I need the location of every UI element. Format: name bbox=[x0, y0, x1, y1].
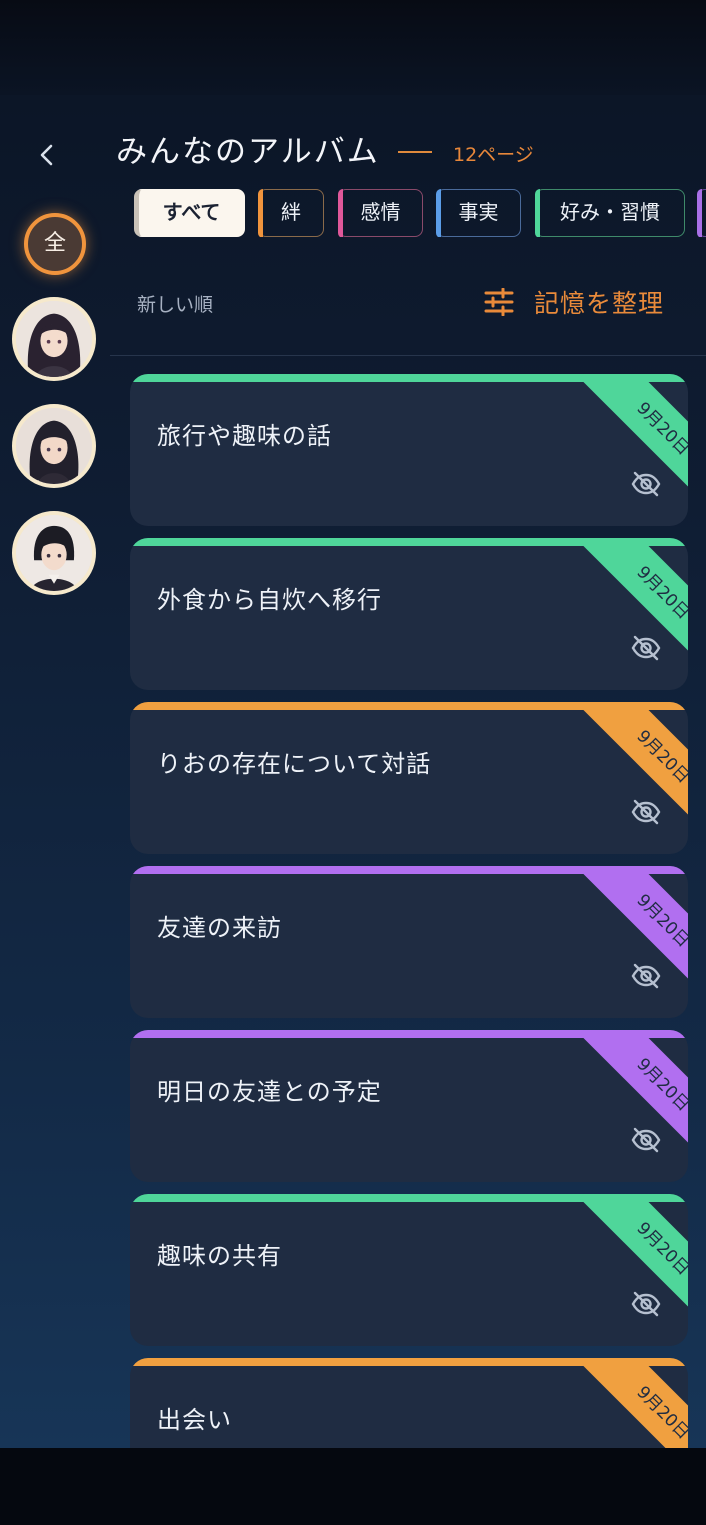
app-screen: みんなのアルバム 12ページ すべて 絆 感情 事実 好み・習慣 全 新しい順 … bbox=[0, 0, 706, 1448]
chip-accent bbox=[534, 189, 540, 237]
chip-accent bbox=[337, 189, 343, 237]
character-avatar-icon bbox=[16, 515, 92, 591]
hide-toggle-button[interactable] bbox=[630, 1126, 662, 1154]
eye-off-icon bbox=[631, 635, 661, 661]
character-avatar-icon bbox=[16, 301, 92, 377]
avatar-character-2[interactable] bbox=[12, 404, 96, 488]
page-count: 12ページ bbox=[453, 144, 534, 166]
date-ribbon: 9月20日 bbox=[548, 1194, 688, 1334]
avatar-character-3[interactable] bbox=[12, 511, 96, 595]
date-ribbon: 9月20日 bbox=[548, 1030, 688, 1170]
memory-card[interactable]: 出会い 9月20日 bbox=[130, 1358, 688, 1448]
filter-chip-label: 感情 bbox=[360, 200, 401, 224]
filter-chip-preference[interactable]: 好み・習慣 bbox=[534, 189, 685, 237]
page-title: みんなのアルバム bbox=[116, 134, 380, 170]
filter-chip-fact[interactable]: 事実 bbox=[435, 189, 521, 237]
filter-chip-all[interactable]: すべて bbox=[134, 189, 245, 237]
filter-chip-more[interactable] bbox=[696, 189, 706, 237]
eye-off-icon bbox=[631, 963, 661, 989]
memory-title: 趣味の共有 bbox=[157, 1242, 282, 1270]
memory-card[interactable]: 外食から自炊へ移行 9月20日 bbox=[130, 538, 688, 690]
memory-card[interactable]: 趣味の共有 9月20日 bbox=[130, 1194, 688, 1346]
memory-date: 9月20日 bbox=[579, 1358, 688, 1448]
chip-accent bbox=[696, 189, 702, 237]
date-ribbon: 9月20日 bbox=[548, 1358, 688, 1448]
memory-title: 明日の友達との予定 bbox=[157, 1078, 382, 1106]
memory-title: りおの存在について対話 bbox=[157, 750, 432, 778]
filter-chip-label: 事実 bbox=[458, 200, 499, 224]
memory-title: 旅行や趣味の話 bbox=[157, 422, 332, 450]
hide-toggle-button[interactable] bbox=[630, 962, 662, 990]
character-avatar-icon bbox=[16, 408, 92, 484]
eye-off-icon bbox=[631, 471, 661, 497]
date-ribbon: 9月20日 bbox=[548, 374, 688, 514]
filter-chip-label: すべて bbox=[162, 200, 221, 224]
memory-title: 外食から自炊へ移行 bbox=[157, 586, 382, 614]
eye-off-icon bbox=[631, 799, 661, 825]
memory-card[interactable]: 明日の友達との予定 9月20日 bbox=[130, 1030, 688, 1182]
memory-card[interactable]: りおの存在について対話 9月20日 bbox=[130, 702, 688, 854]
date-ribbon: 9月20日 bbox=[548, 702, 688, 842]
date-ribbon: 9月20日 bbox=[548, 538, 688, 678]
organize-label: 記憶を整理 bbox=[534, 289, 665, 318]
hide-toggle-button[interactable] bbox=[630, 470, 662, 498]
chevron-left-icon bbox=[40, 144, 53, 166]
eye-off-icon bbox=[631, 1291, 661, 1317]
avatar-character-1[interactable] bbox=[12, 297, 96, 381]
memory-card[interactable]: 友達の来訪 9月20日 bbox=[130, 866, 688, 1018]
sort-order-button[interactable]: 新しい順 bbox=[137, 290, 213, 317]
eye-off-icon bbox=[631, 1127, 661, 1153]
filter-chip-bond[interactable]: 絆 bbox=[257, 189, 324, 237]
hide-toggle-button[interactable] bbox=[630, 798, 662, 826]
chip-accent bbox=[435, 189, 441, 237]
chip-accent bbox=[257, 189, 263, 237]
memory-title: 出会い bbox=[157, 1406, 232, 1434]
divider bbox=[110, 355, 706, 356]
filter-chip-emotion[interactable]: 感情 bbox=[337, 189, 423, 237]
avatar-all[interactable]: 全 bbox=[24, 213, 86, 275]
date-ribbon: 9月20日 bbox=[548, 866, 688, 1006]
bottom-bar bbox=[0, 1448, 706, 1525]
memory-card[interactable]: 旅行や趣味の話 9月20日 bbox=[130, 374, 688, 526]
category-filter-bar: すべて 絆 感情 事実 好み・習慣 bbox=[134, 189, 706, 237]
filter-chip-label: 好み・習慣 bbox=[560, 200, 660, 224]
avatar-all-label: 全 bbox=[43, 231, 66, 256]
memory-title: 友達の来訪 bbox=[157, 914, 282, 942]
hide-toggle-button[interactable] bbox=[630, 1290, 662, 1318]
back-button[interactable] bbox=[30, 138, 64, 172]
title-separator bbox=[398, 151, 432, 153]
hide-toggle-button[interactable] bbox=[630, 634, 662, 662]
sliders-icon bbox=[484, 288, 514, 316]
filter-chip-label: 絆 bbox=[281, 200, 301, 224]
status-area bbox=[0, 0, 706, 95]
